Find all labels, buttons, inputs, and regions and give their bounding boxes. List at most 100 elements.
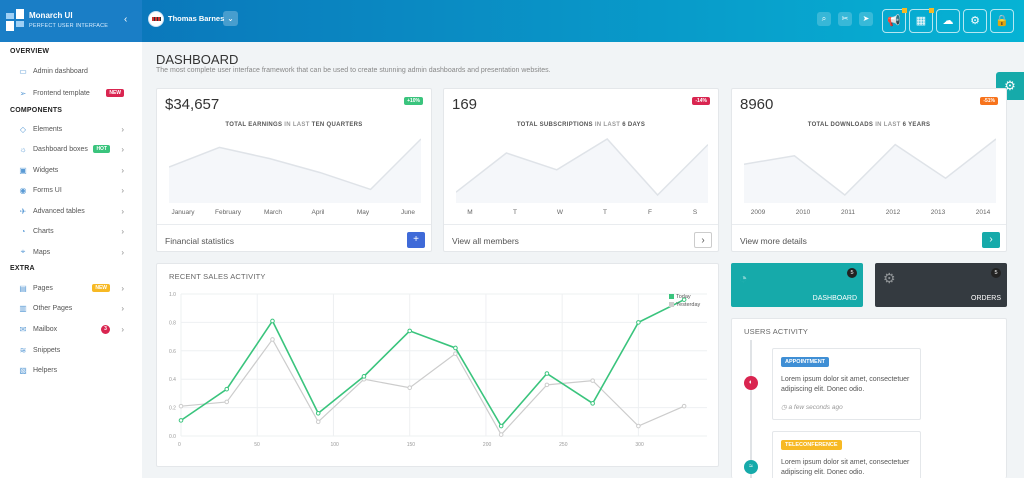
megaphone-icon[interactable]: 📢	[882, 8, 907, 33]
sales-line-chart: 0.0 0.2 0.4 0.6 0.8 1.0 0 50 100 150 200 250 300 Toda…	[169, 292, 707, 448]
section-components: COMPONENTS	[10, 107, 63, 114]
event-text: Lorem ipsum dolor sit amet, consectetuer…	[781, 376, 910, 393]
app-tagline: PERFECT USER INTERFACE	[29, 23, 109, 29]
legend-label: Today	[676, 294, 691, 300]
user-name[interactable]: Thomas Barnes	[168, 14, 224, 23]
data-point	[681, 403, 687, 409]
series-area	[456, 139, 708, 203]
orders-tile[interactable]: ⚙ 5 ORDERS	[875, 263, 1007, 307]
lock-icon[interactable]: 🔒	[990, 9, 1014, 33]
chart-title: RECENT SALES ACTIVITY	[169, 272, 266, 281]
footer-link[interactable]: View more details	[740, 236, 807, 246]
footer-link[interactable]: Financial statistics	[165, 236, 234, 246]
x-label: T	[603, 209, 607, 216]
footer-link[interactable]: View all members	[452, 236, 519, 246]
helpers-icon: ▧	[19, 365, 27, 375]
sidebar-item-label: Dashboard boxes	[33, 145, 88, 153]
data-point	[590, 378, 595, 383]
pages-icon: ▤	[19, 283, 27, 293]
data-point	[361, 374, 367, 379]
section-extra: EXTRA	[10, 265, 35, 272]
y-tick-label: 0.8	[169, 320, 176, 326]
gear-icon[interactable]: ⚙	[963, 9, 987, 33]
sidebar-item-mailbox[interactable]: ✉ Mailbox 3 ›	[18, 323, 128, 335]
sidebar-item-widgets[interactable]: ▣ Widgets ›	[18, 164, 128, 176]
sidebar-item-pages[interactable]: ▤ Pages NEW ›	[18, 282, 128, 294]
data-point	[544, 371, 550, 376]
sidebar-item-forms-ui[interactable]: ◉ Forms UI ›	[18, 184, 128, 196]
data-point	[224, 399, 230, 405]
paper-plane-icon: ➢	[19, 88, 27, 98]
chevron-right-icon: ›	[121, 144, 124, 154]
monitor-icon: ▭	[19, 66, 27, 76]
stat-card-downloads: 8960 -51% TOTAL DOWNLOADS IN LAST 6 YEAR…	[731, 88, 1007, 252]
sidebar: OVERVIEW ▭ Admin dashboard ➢ Frontend te…	[0, 42, 142, 478]
tile-label: ORDERS	[971, 295, 1001, 302]
data-point	[590, 401, 595, 406]
cloud-icon[interactable]: ☁	[936, 9, 960, 33]
data-point	[407, 385, 412, 391]
divider	[444, 224, 718, 225]
chevron-right-icon: ›	[121, 324, 124, 334]
sidebar-item-admin-dashboard[interactable]: ▭ Admin dashboard	[18, 65, 128, 77]
chevron-right-icon[interactable]: ›	[694, 232, 712, 248]
stat-label-main: TOTAL DOWNLOADS	[807, 122, 874, 128]
event-tag: APPOINTMENT	[781, 357, 830, 367]
sidebar-item-snippets[interactable]: ≋ Snippets	[18, 344, 128, 356]
sidebar-item-other-pages[interactable]: ▥ Other Pages ›	[18, 302, 128, 314]
plus-icon[interactable]: +	[407, 232, 425, 248]
x-tick-label: 300	[635, 442, 644, 448]
activity-event: TELECONFERENCE Lorem ipsum dolor sit ame…	[772, 431, 921, 478]
page-title: DASHBOARD	[156, 52, 239, 67]
sidebar-item-elements[interactable]: ◇ Elements ›	[18, 123, 128, 135]
mini-line-chart	[169, 138, 421, 203]
event-text: Lorem ipsum dolor sit amet, consectetuer…	[781, 459, 910, 476]
rocket-icon: ✈	[19, 206, 27, 216]
x-label: 2011	[841, 209, 855, 216]
stat-label: TOTAL SUBSCRIPTIONS IN LAST 6 DAYS	[444, 122, 718, 128]
data-point	[453, 351, 458, 356]
sidebar-item-charts[interactable]: ◔ Charts ›	[18, 225, 128, 237]
x-label: S	[692, 209, 698, 216]
sidebar-item-advanced-tables[interactable]: ✈ Advanced tables ›	[18, 205, 128, 217]
x-tick-label: 50	[254, 442, 260, 448]
data-point	[636, 320, 641, 325]
dashboard-tile[interactable]: ◔ 5 DASHBOARD	[731, 263, 863, 307]
chevron-right-icon: ›	[121, 247, 124, 257]
chevron-left-icon[interactable]: ‹	[124, 14, 127, 25]
scissors-icon[interactable]: ✂	[838, 12, 852, 26]
sales-activity-card: RECENT SALES ACTIVITY 0.0 0.2 0.4 0.6 0.8 1.0…	[156, 263, 719, 467]
avatar[interactable]	[148, 11, 164, 27]
sidebar-item-dashboard-boxes[interactable]: ☼ Dashboard boxes HOT ›	[18, 143, 128, 155]
chevron-right-icon: ›	[121, 226, 124, 236]
sidebar-item-label: Admin dashboard	[33, 67, 88, 75]
app-name: Monarch UI	[29, 11, 73, 20]
x-label: 2009	[750, 209, 766, 216]
chevron-right-icon: ›	[121, 185, 124, 195]
data-point	[224, 386, 230, 392]
y-tick-label: 0.0	[169, 434, 176, 440]
sidebar-item-maps[interactable]: ⌖ Maps ›	[18, 246, 128, 258]
grid-icon[interactable]: ▦	[909, 8, 934, 33]
dashboard-icon: ◔	[739, 270, 748, 286]
chevron-down-icon[interactable]: ⌄	[223, 11, 238, 26]
event-tag: TELECONFERENCE	[781, 440, 842, 450]
x-tick-label: 200	[483, 442, 492, 448]
stat-label-main: TOTAL SUBSCRIPTIONS	[516, 122, 593, 128]
legend-swatch	[669, 294, 674, 299]
search-icon[interactable]: ⌕	[817, 12, 831, 26]
sidebar-item-frontend-template[interactable]: ➢ Frontend template NEW	[18, 87, 128, 99]
x-label: February	[214, 209, 241, 216]
sidebar-item-label: Pages	[33, 284, 53, 292]
activity-event: APPOINTMENT Lorem ipsum dolor sit amet, …	[772, 348, 921, 420]
x-tick-label: 0	[178, 442, 181, 448]
paper-plane-icon[interactable]: ➤	[859, 12, 873, 26]
chevron-right-icon[interactable]: ›	[982, 232, 1000, 248]
chevron-right-icon: ›	[121, 303, 124, 313]
x-label: 2013	[930, 209, 946, 216]
legend-label: Yesterday	[676, 302, 701, 308]
stat-label-period: TEN QUARTERS	[311, 122, 363, 128]
data-point	[407, 328, 412, 334]
stat-label-main: TOTAL EARNINGS	[225, 122, 283, 128]
sidebar-item-helpers[interactable]: ▧ Helpers	[18, 364, 128, 376]
